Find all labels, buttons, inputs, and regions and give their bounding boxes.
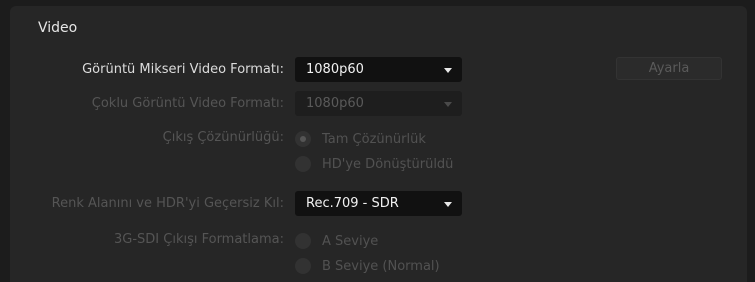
radio-unchecked-icon — [295, 156, 311, 172]
sdi-formatting-label: 3G-SDI Çıkışı Formatlama: — [113, 232, 284, 247]
multiview-format-dropdown[interactable]: 1080p60 — [295, 91, 462, 116]
chevron-down-icon — [444, 102, 452, 107]
multiview-format-label: Çoklu Görüntü Video Formatı: — [91, 96, 284, 111]
mixer-format-value: 1080p60 — [306, 62, 364, 77]
radio-level-a-label: A Seviye — [322, 233, 379, 249]
color-space-value: Rec.709 - SDR — [306, 196, 399, 211]
video-settings-panel: Video Görüntü Mikseri Video Formatı: 108… — [10, 6, 747, 282]
radio-level-b-label: B Seviye (Normal) — [322, 258, 440, 274]
section-title: Video — [38, 20, 78, 36]
radio-unchecked-icon — [295, 258, 311, 274]
radio-level-a[interactable]: A Seviye — [295, 232, 378, 250]
radio-hd-converted[interactable]: HD'ye Dönüştürüldü — [295, 155, 453, 173]
output-resolution-label: Çıkış Çözünürlüğü: — [162, 130, 284, 145]
radio-level-b[interactable]: B Seviye (Normal) — [295, 257, 440, 275]
multiview-format-value: 1080p60 — [306, 96, 364, 111]
mixer-format-label: Görüntü Mikseri Video Formatı: — [82, 62, 284, 77]
color-space-label: Renk Alanını ve HDR'yi Geçersiz Kıl: — [51, 196, 284, 211]
mixer-format-dropdown[interactable]: 1080p60 — [295, 57, 462, 82]
setup-button[interactable]: Ayarla — [616, 57, 722, 80]
radio-full-resolution[interactable]: Tam Çözünürlük — [295, 130, 426, 148]
radio-checked-icon — [295, 131, 311, 147]
radio-hd-converted-label: HD'ye Dönüştürüldü — [322, 156, 454, 172]
radio-full-resolution-label: Tam Çözünürlük — [322, 131, 426, 147]
color-space-dropdown[interactable]: Rec.709 - SDR — [295, 191, 462, 216]
chevron-down-icon — [444, 202, 452, 207]
radio-unchecked-icon — [295, 233, 311, 249]
chevron-down-icon — [444, 68, 452, 73]
